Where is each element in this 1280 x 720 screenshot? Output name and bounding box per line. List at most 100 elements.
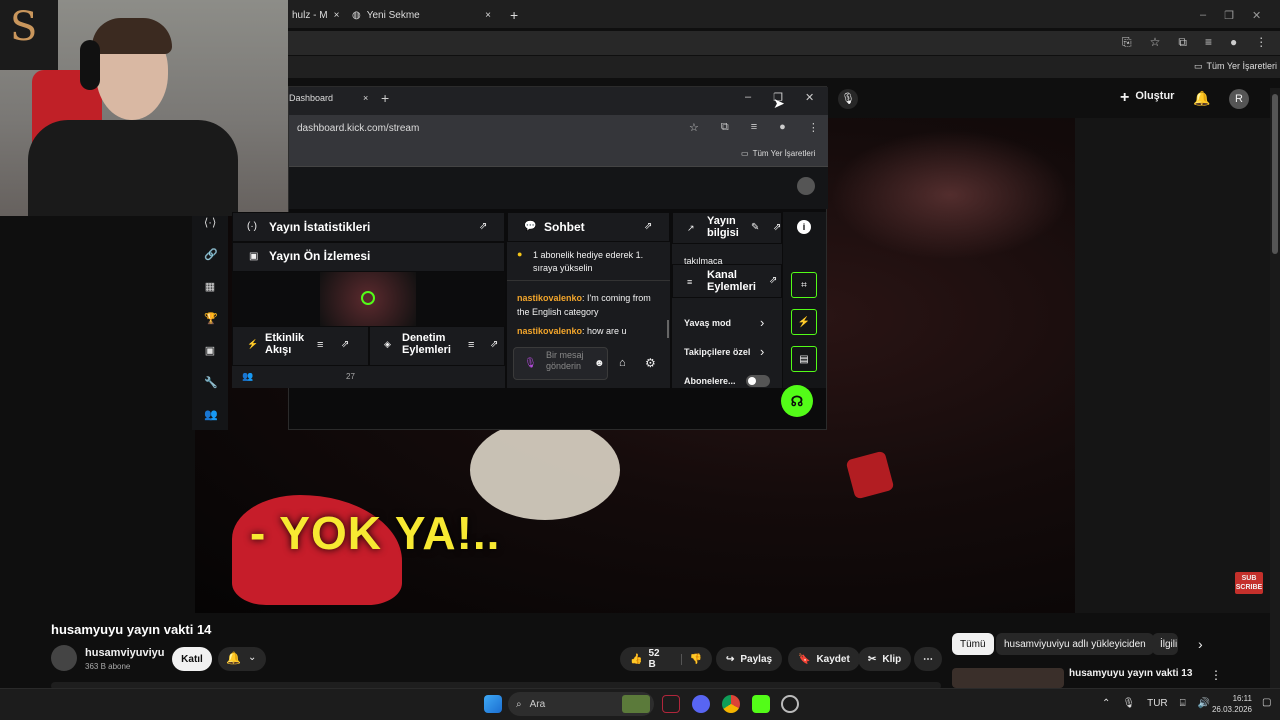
action-subscribers[interactable]: Abonelere... <box>684 376 736 386</box>
popout-icon[interactable]: ⇗ <box>644 221 652 232</box>
create-button[interactable]: + Oluştur <box>1120 90 1174 106</box>
clip-button[interactable]: ✂ Klip <box>858 647 912 671</box>
note-icon[interactable]: ▤ <box>791 346 817 372</box>
close-icon[interactable]: ✕ <box>805 91 814 104</box>
discord-icon[interactable] <box>692 695 710 713</box>
network-icon[interactable]: ⌸ <box>1180 698 1186 709</box>
link-icon[interactable]: 🔗 <box>204 249 218 261</box>
avatar[interactable]: R <box>1229 89 1249 109</box>
filter-icon[interactable]: ≡ <box>468 339 474 351</box>
preview-frame[interactable] <box>232 272 505 326</box>
popout-icon[interactable]: ⇗ <box>341 339 349 350</box>
media-icon[interactable]: ≡ <box>751 121 757 134</box>
chevron-right-icon[interactable]: › <box>760 344 764 359</box>
chip-related[interactable]: İlgili <box>1152 633 1178 655</box>
popout-icon[interactable]: ⇗ <box>490 339 498 350</box>
star-icon[interactable]: ☆ <box>689 121 699 134</box>
profile-icon[interactable]: ● <box>779 121 786 134</box>
close-icon[interactable]: ✕ <box>1252 9 1261 22</box>
all-bookmarks[interactable]: ▭ Tüm Yer İşaretleri <box>1194 61 1277 72</box>
volume-icon[interactable]: 🔊 <box>1198 698 1210 709</box>
taskbar-search[interactable]: ⌕ Ara <box>508 692 654 716</box>
popout-icon[interactable]: ⇗ <box>769 275 777 286</box>
mic-icon[interactable]: 🎙 <box>838 89 858 109</box>
notification-icon[interactable]: ▢ <box>1262 697 1271 708</box>
wallet-icon[interactable]: ▣ <box>204 345 216 357</box>
recommended-thumbnail[interactable] <box>952 668 1064 688</box>
chart-icon[interactable]: ▦ <box>204 281 216 293</box>
kick-icon[interactable] <box>752 695 770 713</box>
app-icon[interactable] <box>662 695 680 713</box>
popup-omnibox[interactable]: dashboard.kick.com/stream ☆ ⧉ ≡ ● ⋮ <box>289 115 828 143</box>
media-icon[interactable]: ≡ <box>1205 35 1212 50</box>
minimize-icon[interactable]: – <box>1200 9 1206 21</box>
star-icon[interactable]: ☆ <box>1150 35 1161 50</box>
chrome-icon[interactable] <box>722 695 740 713</box>
url-text[interactable]: dashboard.kick.com/stream <box>297 123 419 134</box>
chip-all[interactable]: Tümü <box>952 633 994 655</box>
chevron-right-icon[interactable]: › <box>760 315 764 330</box>
close-icon[interactable]: × <box>363 93 368 103</box>
notification-bell-button[interactable]: 🔔 ⌄ <box>218 647 266 671</box>
thumbs-down-icon[interactable]: 👎 <box>680 653 702 665</box>
scrollbar-thumb[interactable] <box>1272 94 1278 254</box>
mic-icon[interactable]: 🎙 <box>524 358 537 369</box>
minimize-icon[interactable]: – <box>745 91 751 104</box>
trophy-icon[interactable]: 🏆 <box>204 313 218 325</box>
menu-icon[interactable]: ⋮ <box>808 121 819 134</box>
channel-name[interactable]: husamviyuviyu <box>85 647 164 659</box>
scan-icon[interactable]: ⌗ <box>791 272 817 298</box>
close-icon[interactable]: × <box>485 10 491 21</box>
back-omnibox[interactable]: ⎘ ☆ ⧉ ≡ ● ⋮ <box>288 31 1280 55</box>
clock[interactable]: 16:11 26.03.2026 <box>1210 693 1252 715</box>
windows-start-icon[interactable] <box>484 695 502 713</box>
more-actions-button[interactable]: ⋯ <box>914 647 942 671</box>
profile-icon[interactable]: ● <box>1230 35 1237 50</box>
filter-icon[interactable]: ≡ <box>317 339 323 351</box>
emoji-icon[interactable]: ☻ <box>594 358 605 369</box>
restore-icon[interactable]: ❐ <box>1224 9 1234 22</box>
mic-icon[interactable]: 🎙 <box>1122 698 1135 709</box>
join-button[interactable]: Katıl <box>172 647 212 671</box>
chat-input[interactable]: 🎙 Bir mesaj gönderin ☻ <box>513 347 608 380</box>
broadcast-icon[interactable]: ⟨·⟩ <box>204 217 216 229</box>
like-button[interactable]: 👍 52 B 👎 <box>620 647 712 671</box>
popout-icon[interactable]: ⇗ <box>773 222 781 233</box>
wrench-icon[interactable]: 🔧 <box>204 377 218 389</box>
gear-icon[interactable]: ⚙ <box>645 356 656 370</box>
action-followers-only[interactable]: Takipçilere özel <box>684 347 750 357</box>
extensions-icon[interactable]: ⧉ <box>721 121 729 134</box>
users-icon[interactable]: 👥 <box>204 409 218 421</box>
popup-tab[interactable]: Dashboard × <box>289 93 368 103</box>
more-icon[interactable]: ⋮ <box>1210 668 1222 682</box>
share-button[interactable]: ↪ Paylaş <box>716 647 783 671</box>
chevron-right-icon[interactable]: › <box>1198 636 1203 652</box>
back-tab-2[interactable]: ◍ Yeni Sekme × <box>344 4 499 26</box>
info-icon[interactable]: i <box>797 220 811 234</box>
new-tab-button[interactable]: + <box>502 4 526 26</box>
support-button[interactable]: ☊ <box>781 385 813 417</box>
avatar[interactable] <box>797 177 815 195</box>
extensions-icon[interactable]: ⧉ <box>1178 35 1187 50</box>
cast-icon[interactable]: ⎘ <box>1122 35 1132 50</box>
chevron-up-icon[interactable]: ⌃ <box>1102 698 1110 709</box>
save-button[interactable]: 🔖 Kaydet <box>788 647 860 671</box>
popout-icon[interactable]: ⇗ <box>479 221 487 232</box>
channel-avatar[interactable] <box>51 645 77 671</box>
subscribe-badge[interactable]: SUB SCRIBE <box>1235 572 1263 594</box>
obs-icon[interactable] <box>781 695 799 713</box>
chip-uploader[interactable]: husamviyuviyu adlı yükleyiciden <box>996 633 1154 655</box>
all-bookmarks[interactable]: ▭ Tüm Yer İşaretleri <box>741 149 815 158</box>
menu-icon[interactable]: ⋮ <box>1255 35 1267 50</box>
close-icon[interactable]: × <box>334 10 340 21</box>
new-tab-button[interactable]: + <box>381 90 389 106</box>
edit-icon[interactable]: ✎ <box>751 222 759 233</box>
action-slow-mode[interactable]: Yavaş mod <box>684 318 731 328</box>
store-icon[interactable]: ⌂ <box>619 357 626 369</box>
recommended-title[interactable]: husamyuyu yayın vakti 13 <box>1069 668 1192 679</box>
chat-scrollbar[interactable] <box>667 320 669 338</box>
subscribers-toggle[interactable] <box>746 375 770 387</box>
back-tab-1[interactable]: hulz - M × <box>284 4 347 26</box>
bolt-icon[interactable]: ⚡ <box>791 309 817 335</box>
notifications-icon[interactable]: 🔔 <box>1193 90 1210 107</box>
